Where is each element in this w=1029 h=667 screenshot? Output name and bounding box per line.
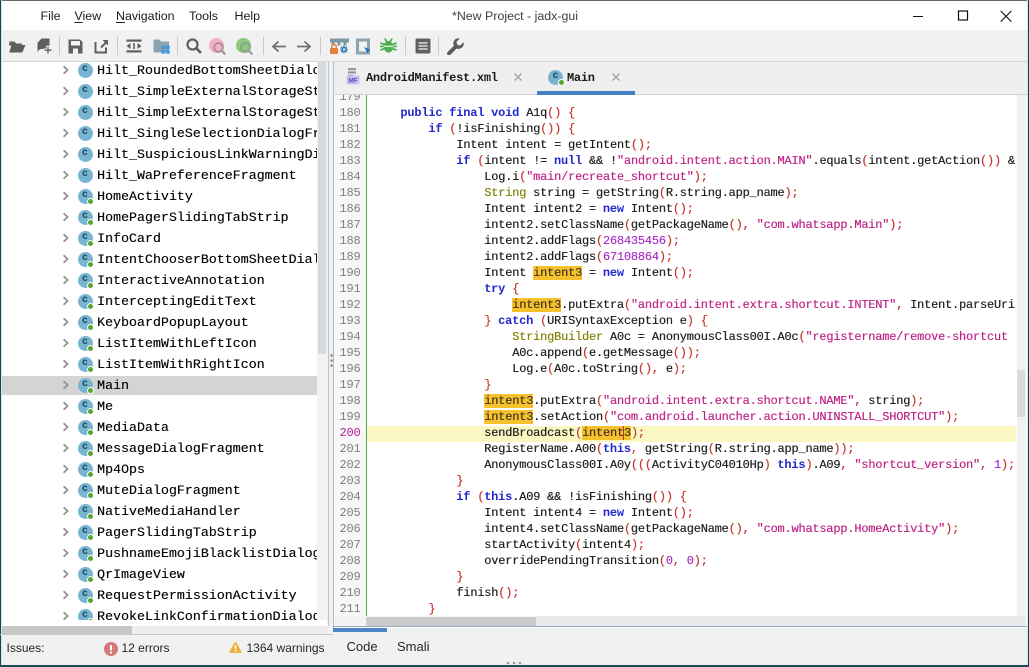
svg-text:MF: MF: [348, 78, 357, 85]
